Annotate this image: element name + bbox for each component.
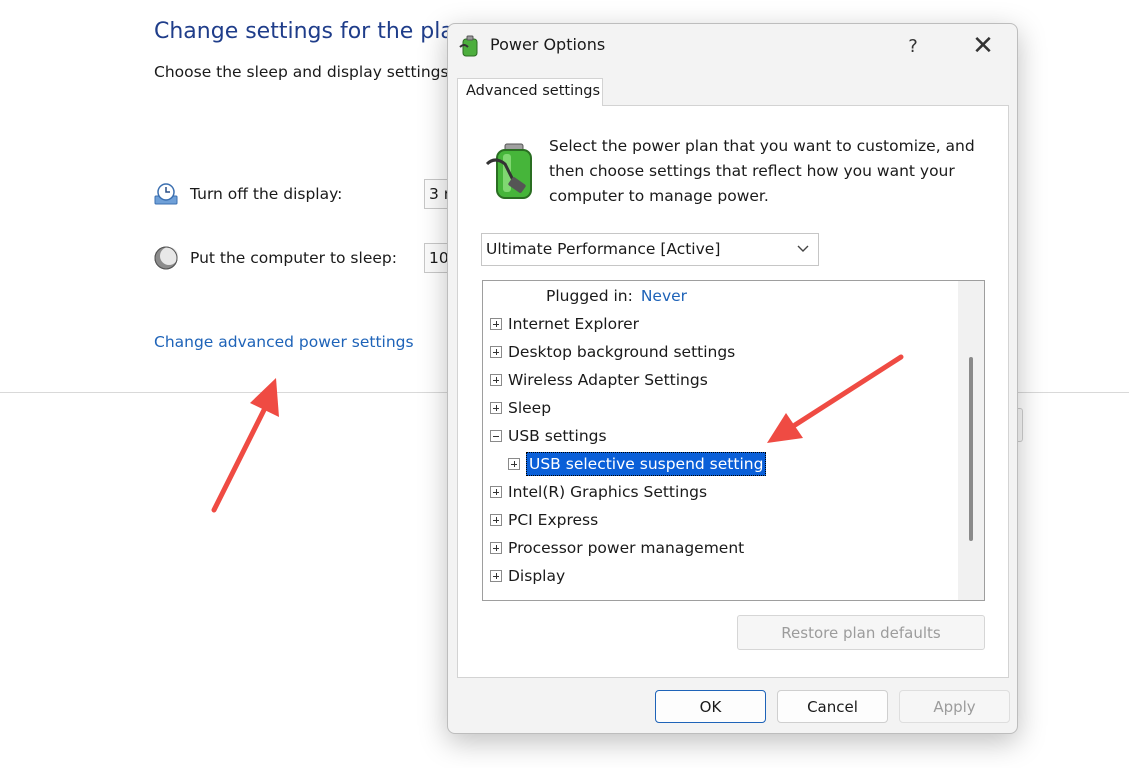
close-icon: ✕ bbox=[972, 31, 994, 61]
tree-item-usb-settings[interactable]: USB settings bbox=[490, 422, 607, 450]
title-bar[interactable]: Power Options ? ✕ bbox=[448, 24, 1017, 68]
power-options-dialog: Power Options ? ✕ Advanced settings Sele… bbox=[447, 23, 1018, 734]
chevron-down-icon bbox=[797, 245, 809, 252]
expand-icon[interactable] bbox=[490, 402, 502, 414]
plugged-in-label: Plugged in: bbox=[546, 287, 633, 305]
display-clock-icon bbox=[154, 183, 178, 205]
plugged-in-value[interactable]: Never bbox=[641, 287, 687, 305]
expand-icon[interactable] bbox=[490, 542, 502, 554]
collapse-icon[interactable] bbox=[490, 430, 502, 442]
tree-scrollbar[interactable] bbox=[958, 281, 984, 600]
help-icon: ? bbox=[908, 35, 918, 57]
page-title: Change settings for the plan bbox=[154, 19, 468, 44]
expand-icon[interactable] bbox=[490, 374, 502, 386]
display-setting-row: Turn off the display: bbox=[154, 179, 342, 209]
tree-item-processor-power[interactable]: Processor power management bbox=[490, 534, 744, 562]
close-button[interactable]: ✕ bbox=[961, 30, 1005, 62]
battery-plug-icon bbox=[485, 143, 532, 199]
display-label: Turn off the display: bbox=[190, 185, 343, 203]
tab-advanced-settings[interactable]: Advanced settings bbox=[457, 78, 603, 106]
tree-item-intel-graphics[interactable]: Intel(R) Graphics Settings bbox=[490, 478, 707, 506]
power-plan-value: Ultimate Performance [Active] bbox=[486, 240, 721, 258]
expand-icon[interactable] bbox=[490, 570, 502, 582]
help-button[interactable]: ? bbox=[891, 30, 935, 62]
ok-button[interactable]: OK bbox=[655, 690, 766, 723]
expand-icon[interactable] bbox=[490, 486, 502, 498]
tree-item-usb-selective-suspend[interactable]: USB selective suspend setting bbox=[508, 450, 767, 478]
cancel-button[interactable]: Cancel bbox=[777, 690, 888, 723]
tree-item-label: PCI Express bbox=[508, 511, 599, 529]
tree-item-pci-express[interactable]: PCI Express bbox=[490, 506, 598, 534]
arrow-to-advanced-link bbox=[211, 378, 279, 513]
tree-item-label: Intel(R) Graphics Settings bbox=[508, 483, 708, 501]
plugged-in-row[interactable]: Plugged in: Never bbox=[546, 282, 687, 310]
expand-icon[interactable] bbox=[490, 346, 502, 358]
sleep-setting-row: Put the computer to sleep: bbox=[154, 243, 397, 273]
sleep-label: Put the computer to sleep: bbox=[190, 249, 397, 267]
tree-item-sleep[interactable]: Sleep bbox=[490, 394, 551, 422]
dialog-title: Power Options bbox=[490, 35, 606, 54]
apply-button[interactable]: Apply bbox=[899, 690, 1010, 723]
change-advanced-power-settings-link[interactable]: Change advanced power settings bbox=[154, 333, 414, 351]
restore-plan-defaults-button[interactable]: Restore plan defaults bbox=[737, 615, 985, 650]
tree-item-desktop-background[interactable]: Desktop background settings bbox=[490, 338, 735, 366]
page-subtitle: Choose the sleep and display settings bbox=[154, 63, 449, 81]
intro-text: Select the power plan that you want to c… bbox=[549, 137, 975, 205]
advanced-settings-panel: Select the power plan that you want to c… bbox=[457, 105, 1009, 678]
expand-icon[interactable] bbox=[490, 318, 502, 330]
power-plan-dropdown[interactable]: Ultimate Performance [Active] bbox=[481, 233, 819, 266]
tree-item-label: Processor power management bbox=[508, 539, 745, 557]
tree-item-label: Sleep bbox=[508, 399, 552, 417]
power-options-icon bbox=[459, 35, 478, 57]
tree-item-label: Wireless Adapter Settings bbox=[508, 371, 708, 389]
tree-item-label: Display bbox=[508, 567, 566, 585]
tree-item-label: Internet Explorer bbox=[508, 315, 640, 333]
expand-icon[interactable] bbox=[508, 458, 520, 470]
settings-tree[interactable]: Plugged in: Never Internet Explorer Desk… bbox=[482, 280, 985, 601]
tree-item-label: USB settings bbox=[508, 427, 607, 445]
tree-item-internet-explorer[interactable]: Internet Explorer bbox=[490, 310, 639, 338]
expand-icon[interactable] bbox=[490, 514, 502, 526]
tree-item-wireless-adapter[interactable]: Wireless Adapter Settings bbox=[490, 366, 708, 394]
moon-icon bbox=[154, 246, 178, 270]
tree-item-display[interactable]: Display bbox=[490, 562, 565, 590]
scrollbar-thumb[interactable] bbox=[969, 357, 973, 541]
tree-item-label-selected: USB selective suspend setting bbox=[526, 452, 767, 476]
tree-item-label: Desktop background settings bbox=[508, 343, 736, 361]
